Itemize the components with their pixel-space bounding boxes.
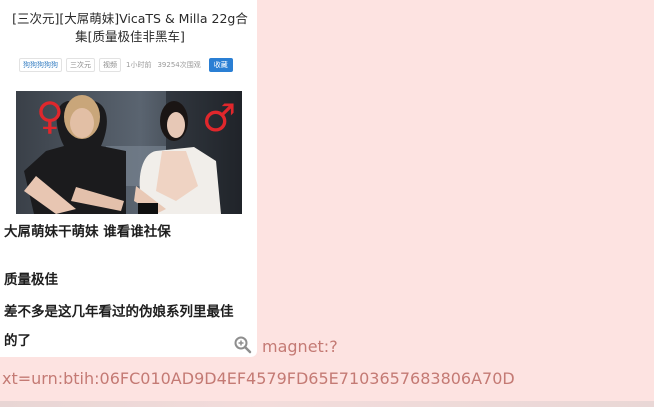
post-image[interactable]: ♀ ♂ [16,91,242,214]
post-text-line-1: 大屌萌妹干萌妹 谁看谁社保 [4,224,171,240]
post-title-line-2[interactable]: 集[质量极佳非黑车] [10,28,250,46]
zoom-in-icon[interactable] [233,335,253,355]
post-time: 1小时前 [126,61,152,69]
post-title-line-1[interactable]: [三次元][大屌萌妹]VicaTS & Milla 22g合 [10,10,250,28]
post-title[interactable]: [三次元][大屌萌妹]VicaTS & Milla 22g合 集[质量极佳非黑车… [10,10,250,46]
post-meta: 狗狗狗狗狗 三次元 视频 1小时前 39254次围观 收藏 [19,58,233,72]
author-tag[interactable]: 狗狗狗狗狗 [19,58,62,72]
favorite-button[interactable]: 收藏 [208,58,233,72]
magnet-link-part-1[interactable]: magnet:? [262,337,338,356]
view-count: 39254次围观 [157,61,201,69]
female-symbol: ♀ [36,94,64,138]
type-tag[interactable]: 视频 [99,58,121,72]
bottom-edge [0,401,654,407]
magnet-link-part-2[interactable]: xt=urn:btih:06FC010AD9D4EF4579FD65E71036… [2,369,515,388]
post-card: [三次元][大屌萌妹]VicaTS & Milla 22g合 集[质量极佳非黑车… [0,0,257,357]
male-symbol: ♂ [202,96,237,140]
post-text-line-3: 差不多是这几年看过的伪娘系列里最佳 [4,304,234,320]
category-tag[interactable]: 三次元 [66,58,95,72]
post-text-line-2: 质量极佳 [4,272,58,288]
post-text-line-4: 的了 [4,333,31,349]
